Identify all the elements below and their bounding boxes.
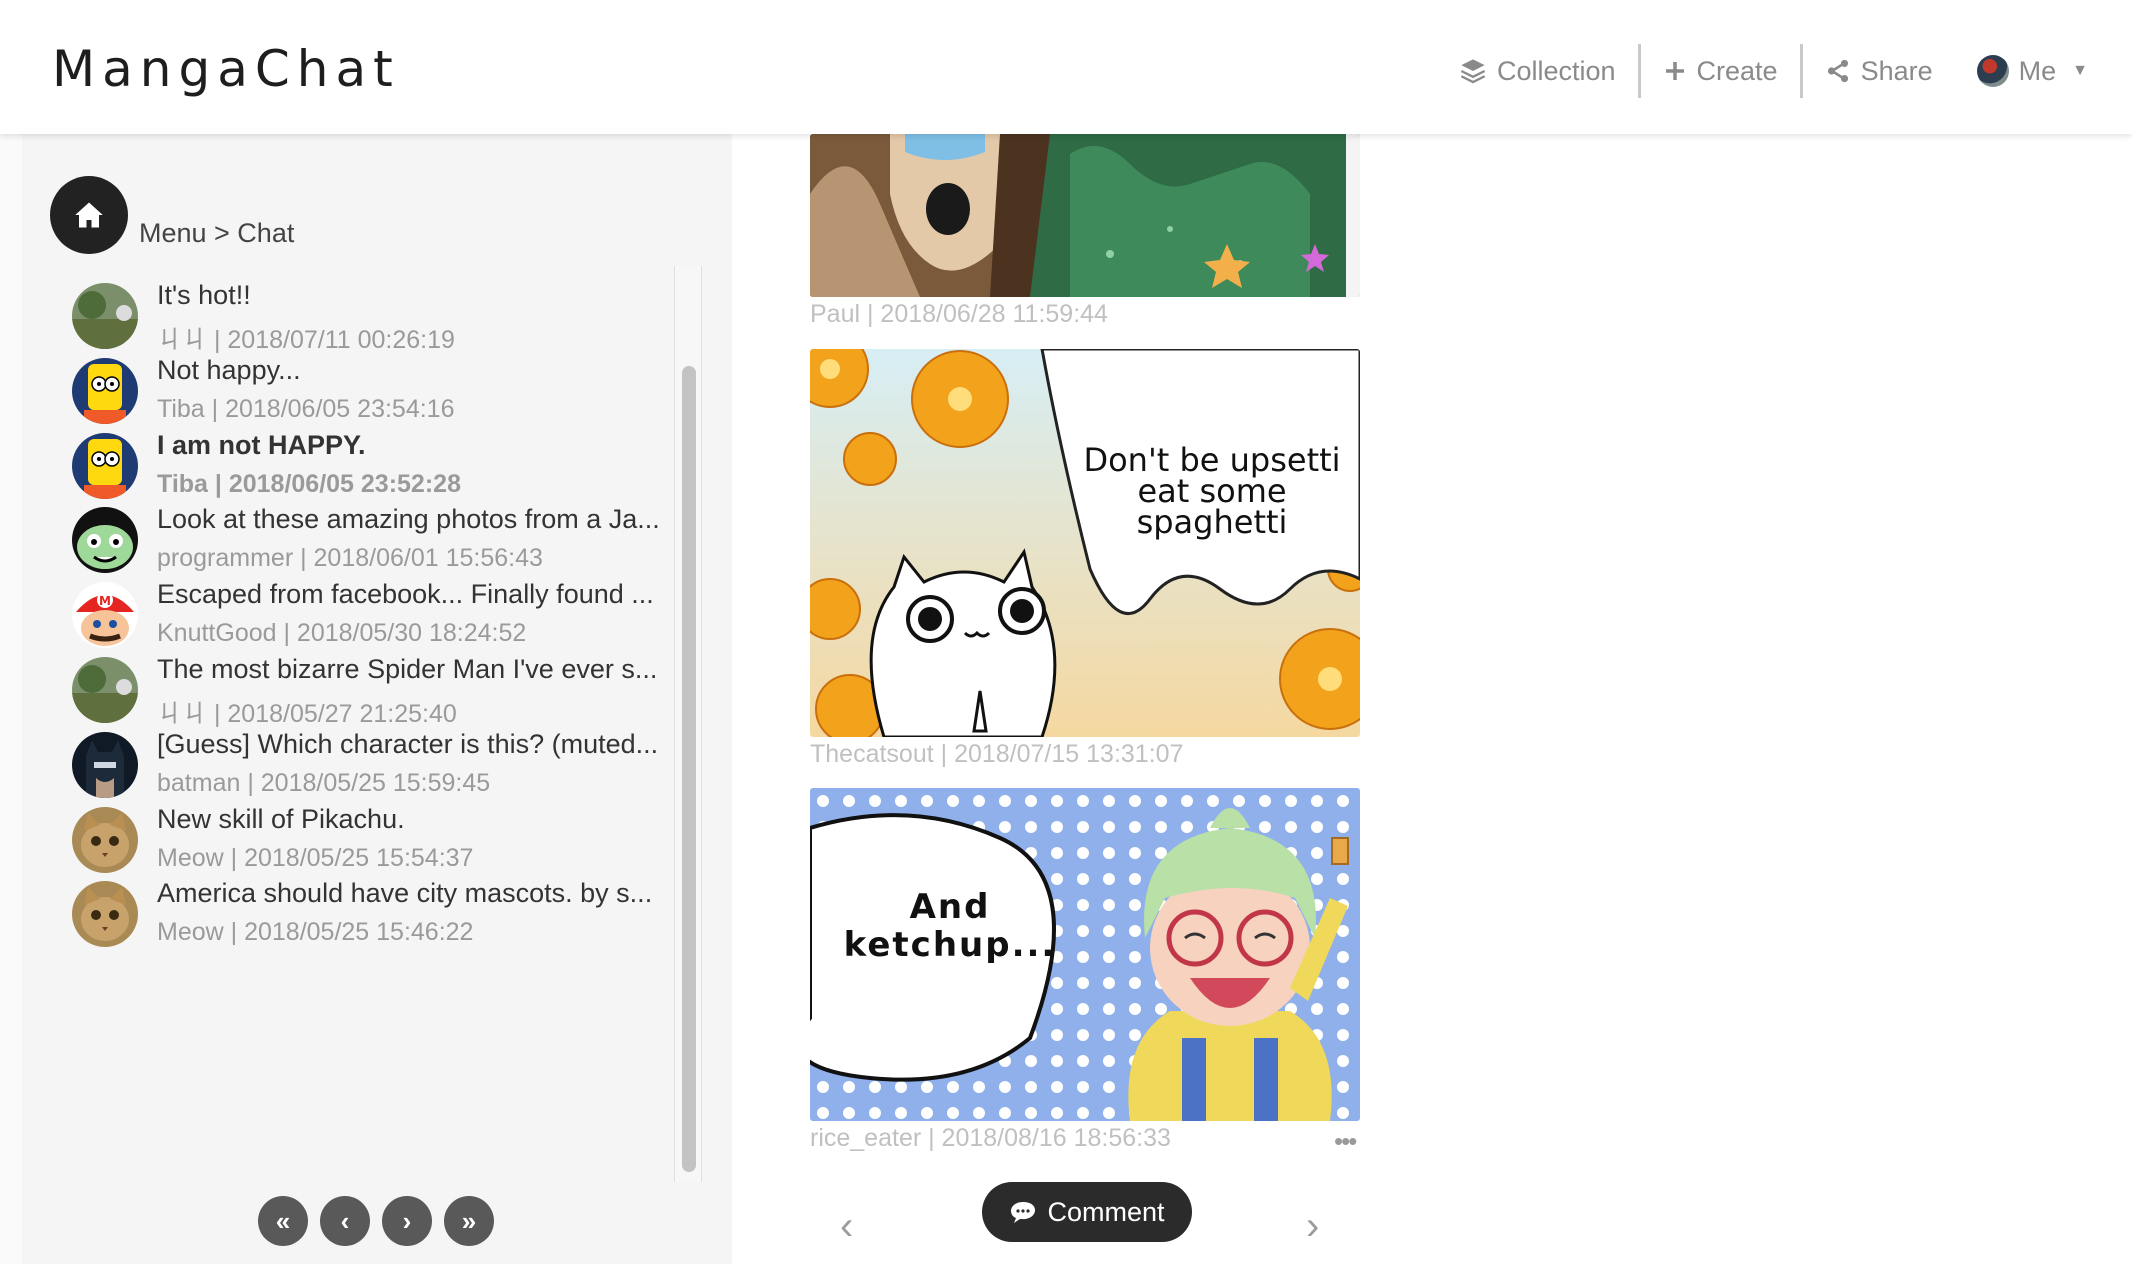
plus-icon bbox=[1665, 62, 1684, 80]
batman-avatar bbox=[72, 732, 138, 798]
comment-button-label: Comment bbox=[1047, 1196, 1165, 1227]
landscape-avatar bbox=[72, 657, 138, 723]
app-logo[interactable]: MangaChat bbox=[52, 40, 400, 98]
top-navbar: MangaChat Collection Create Share Me ▼ bbox=[0, 0, 2132, 134]
more-options-icon[interactable]: ••• bbox=[1334, 1126, 1357, 1157]
layers-icon bbox=[1460, 59, 1486, 84]
chat-title: The most bizarre Spider Man I've ever s.… bbox=[157, 654, 658, 684]
chat-title: New skill of Pikachu. bbox=[157, 804, 405, 834]
chat-title: [Guess] Which character is this? (muted.… bbox=[157, 729, 659, 759]
scrollbar-thumb[interactable] bbox=[682, 366, 696, 1172]
comic-panel-image[interactable]: Don't be upsetti eat some spaghetti bbox=[810, 349, 1360, 737]
comment-button[interactable]: Comment bbox=[982, 1182, 1192, 1242]
chat-meta: Meow | 2018/05/25 15:46:22 bbox=[157, 918, 474, 946]
last-page-button[interactable]: » bbox=[444, 1196, 494, 1246]
chat-title: America should have city mascots. by s..… bbox=[157, 878, 653, 908]
chat-list: It's hot!! ㄐㄐ | 2018/07/11 00:26:19 Not … bbox=[42, 266, 694, 1182]
caret-down-icon: ▼ bbox=[2072, 62, 2088, 79]
mario-avatar: M bbox=[72, 582, 138, 648]
cartoon-face-avatar bbox=[72, 507, 138, 573]
chat-list-scrollbar[interactable] bbox=[674, 266, 702, 1182]
speech-bubble-text: Don't be upsetti eat some spaghetti bbox=[1083, 441, 1341, 541]
prev-post-arrow[interactable]: ‹ bbox=[840, 1204, 853, 1249]
nav-create[interactable]: Create bbox=[1641, 44, 1800, 98]
nav-me-label: Me bbox=[2018, 55, 2057, 86]
post-caption: Paul | 2018/06/28 11:59:44 bbox=[810, 300, 1108, 328]
nav-menu: Collection Create Share Me ▼ bbox=[1437, 44, 2110, 98]
breadcrumb: Menu > Chat bbox=[139, 218, 295, 248]
nav-me-dropdown[interactable]: Me ▼ bbox=[1955, 44, 2110, 98]
comment-icon bbox=[1011, 1202, 1036, 1223]
nav-share[interactable]: Share bbox=[1803, 44, 1955, 98]
chat-title: Not happy... bbox=[157, 355, 301, 385]
chat-sidebar: Menu > Chat It's hot!! ㄐㄐ | 2018/07/11 0… bbox=[22, 134, 732, 1264]
home-button[interactable] bbox=[50, 176, 128, 254]
post-caption: Thecatsout | 2018/07/15 13:31:07 bbox=[810, 740, 1184, 768]
nav-collection-label: Collection bbox=[1496, 55, 1616, 86]
chat-pagination: « ‹ › » bbox=[258, 1196, 494, 1246]
sidebar-edge bbox=[0, 134, 22, 1264]
chat-title: It's hot!! bbox=[157, 280, 251, 310]
bart-avatar bbox=[72, 358, 138, 424]
chat-title: Look at these amazing photos from a Ja..… bbox=[157, 504, 660, 534]
first-page-button[interactable]: « bbox=[258, 1196, 308, 1246]
home-icon bbox=[75, 202, 103, 228]
chat-title: Escaped from facebook... Finally found .… bbox=[157, 579, 654, 609]
comic-panel-image[interactable]: And ketchup... bbox=[810, 788, 1360, 1121]
chat-item[interactable]: America should have city mascots. by s..… bbox=[42, 864, 682, 964]
chat-title: I am not HAPPY. bbox=[157, 430, 366, 460]
next-page-button[interactable]: › bbox=[382, 1196, 432, 1246]
next-post-arrow[interactable]: › bbox=[1306, 1204, 1319, 1249]
nav-collection[interactable]: Collection bbox=[1437, 44, 1638, 98]
share-icon bbox=[1827, 59, 1848, 83]
post-caption: rice_eater | 2018/08/16 18:56:33 bbox=[810, 1124, 1171, 1152]
speech-bubble-text: And ketchup... bbox=[843, 887, 1057, 965]
svg-text:M: M bbox=[99, 594, 111, 608]
prev-page-button[interactable]: ‹ bbox=[320, 1196, 370, 1246]
nav-create-label: Create bbox=[1696, 55, 1778, 86]
cat-avatar bbox=[72, 881, 138, 947]
nav-share-label: Share bbox=[1860, 55, 1933, 86]
comic-feed: Paul | 2018/06/28 11:59:44 Don't be upse… bbox=[810, 0, 1360, 1264]
landscape-avatar bbox=[72, 283, 138, 349]
user-avatar bbox=[1976, 55, 2009, 87]
comic-panel-image[interactable] bbox=[810, 134, 1360, 297]
